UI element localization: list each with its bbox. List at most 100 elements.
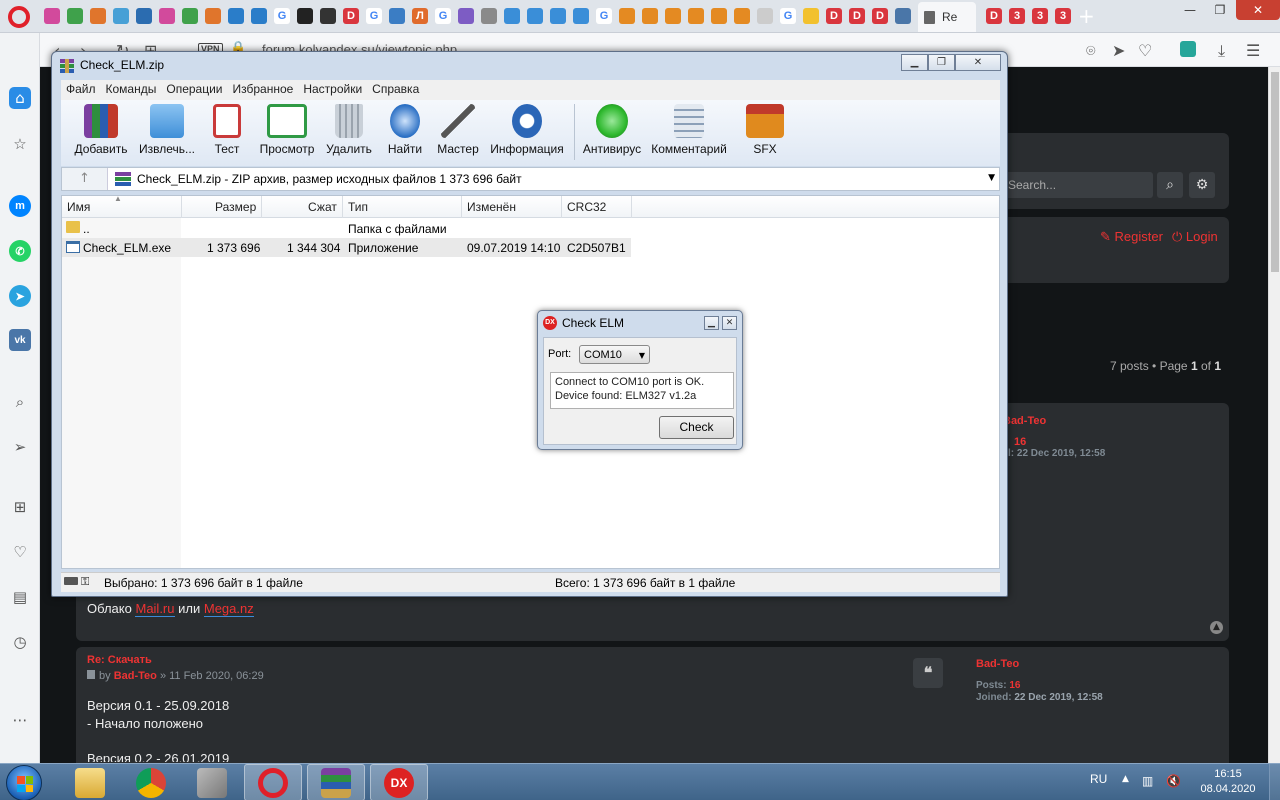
telegram-icon[interactable]: ➤ [9,285,31,307]
tab-favicon-icon[interactable] [619,8,635,24]
tab-favicon-d-icon[interactable]: D [343,8,359,24]
volume-muted-icon[interactable]: 🔇 [1166,774,1181,788]
close-button[interactable]: ✕ [1236,0,1280,20]
tab-favicon-icon[interactable] [665,8,681,24]
taskbar-chrome[interactable] [122,764,180,800]
bookmarks-heart-icon[interactable]: ♡ [9,541,31,563]
whatsapp-icon[interactable]: ✆ [9,240,31,262]
menu-operations[interactable]: Операции [161,80,227,98]
column-modified[interactable]: Изменён [467,200,516,214]
tab-favicon-icon[interactable] [458,8,474,24]
taskbar-paint[interactable] [183,764,241,800]
maximize-button[interactable]: ❐ [1206,0,1234,20]
up-folder-icon[interactable]: ↑ [62,168,108,190]
post-author[interactable]: Bad-Teo [976,658,1019,670]
tab-favicon-icon[interactable] [481,8,497,24]
mailru-link[interactable]: Mail.ru [135,601,175,617]
column-divider[interactable] [342,196,343,218]
test-button[interactable]: Тест [202,104,252,156]
table-row[interactable]: .. Папка с файлами [62,219,631,238]
tab-favicon-icon[interactable] [90,8,106,24]
start-button[interactable] [6,765,42,800]
winrar-titlebar[interactable]: Check_ELM.zip ▁ ❐ ✕ [52,52,1007,79]
view-button[interactable]: Просмотр [257,104,317,156]
tab-favicon-google-icon[interactable]: G [435,8,451,24]
taskbar-opera[interactable] [244,764,302,800]
table-row[interactable]: Check_ELM.exe 1 373 696 1 344 304 Прилож… [62,238,631,257]
author-post-count[interactable]: 16 [1014,436,1026,448]
menu-favorites[interactable]: Избранное [228,80,299,98]
column-size[interactable]: Размер [215,200,256,214]
send-icon[interactable]: ➤ [1112,41,1125,60]
tab-favicon-icon[interactable] [228,8,244,24]
easy-setup-icon[interactable]: ☰ [1246,41,1260,60]
extension-icon[interactable] [1180,41,1196,57]
tab-favicon-icon[interactable] [711,8,727,24]
menu-commands[interactable]: Команды [101,80,162,98]
post-author[interactable]: Bad-Teo [1003,415,1046,427]
tray-expand-icon[interactable]: ▲ [1122,774,1129,784]
gear-icon[interactable]: ⚙ [1189,172,1215,198]
show-desktop-button[interactable] [1269,764,1280,800]
tab-favicon-icon[interactable] [159,8,175,24]
author-post-count[interactable]: 16 [1009,680,1020,691]
scrollbar-thumb[interactable] [1271,72,1279,272]
more-icon[interactable]: ⋯ [9,709,31,731]
taskbar-winrar[interactable] [307,764,365,800]
column-divider[interactable] [631,196,632,218]
comment-button[interactable]: Комментарий [647,104,731,156]
tab-favicon-3-icon[interactable]: 3 [1009,8,1025,24]
tab-favicon-icon[interactable] [527,8,543,24]
history-clock-icon[interactable]: ◷ [9,631,31,653]
tab-favicon-d-icon[interactable]: D [872,8,888,24]
opera-menu-icon[interactable] [8,6,30,28]
tab-favicon-d-icon[interactable]: D [986,8,1002,24]
column-packed[interactable]: Сжат [308,200,337,214]
tab-favicon-icon[interactable] [297,8,313,24]
tab-favicon-icon[interactable] [320,8,336,24]
tab-favicon-icon[interactable] [642,8,658,24]
tab-favicon-icon[interactable] [44,8,60,24]
messenger-icon[interactable]: m [9,195,31,217]
port-select[interactable]: COM10 ▼ [579,345,650,364]
wizard-button[interactable]: Мастер [433,104,483,156]
minimize-button[interactable]: ▁ [704,316,719,330]
tab-favicon-icon[interactable] [688,8,704,24]
snapshot-camera-icon[interactable]: ⌾ [1086,41,1096,61]
tab-favicon-d-icon[interactable]: D [849,8,865,24]
extract-button[interactable]: Извлечь... [137,104,197,156]
column-name[interactable]: Имя [67,200,90,214]
tab-favicon-google-icon[interactable]: G [274,8,290,24]
tab-favicon-icon[interactable] [67,8,83,24]
tab-favicon-icon[interactable] [251,8,267,24]
tab-favicon-3-icon[interactable]: 3 [1032,8,1048,24]
chevron-down-icon[interactable]: ▼ [988,173,995,183]
sfx-button[interactable]: SFX [741,104,789,156]
tab-favicon-google-icon[interactable]: G [596,8,612,24]
column-divider[interactable] [181,196,182,218]
tab-favicon-icon[interactable] [113,8,129,24]
taskbar-dx[interactable]: DX [370,764,428,800]
column-divider[interactable] [461,196,462,218]
search-button[interactable]: ⌕ [1157,172,1183,198]
check-elm-titlebar[interactable]: DX Check ELM ▁ ✕ [538,311,742,335]
find-button[interactable]: Найти [381,104,429,156]
tab-favicon-icon[interactable] [550,8,566,24]
tab-favicon-l-icon[interactable]: Л [412,8,428,24]
column-crc[interactable]: CRC32 [567,200,606,214]
tab-favicon-icon[interactable] [757,8,773,24]
maximize-button[interactable]: ❐ [928,54,955,71]
close-button[interactable]: ✕ [955,54,1001,71]
network-icon[interactable]: ▥ [1142,774,1153,788]
post-author-link[interactable]: Bad-Teo [114,670,157,682]
add-button[interactable]: Добавить [65,104,137,156]
new-tab-button[interactable]: + [1078,4,1095,28]
menu-help[interactable]: Справка [367,80,424,98]
tab-favicon-icon[interactable] [136,8,152,24]
vk-icon[interactable]: vk [9,329,31,351]
tab-favicon-icon[interactable] [803,8,819,24]
tab-favicon-icon[interactable] [573,8,589,24]
minimize-button[interactable]: — [1176,0,1204,20]
column-type[interactable]: Тип [348,200,368,214]
tab-favicon-d-icon[interactable]: D [826,8,842,24]
